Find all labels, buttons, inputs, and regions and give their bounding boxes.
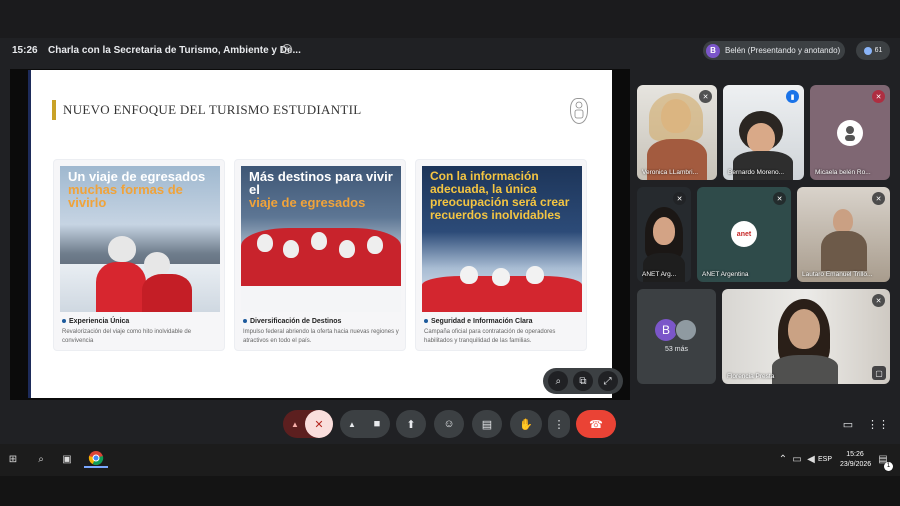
more-participants-tile[interactable]: B 53 más — [637, 289, 716, 384]
card-1-caption-title: Experiencia Única — [62, 318, 129, 325]
mic-off-icon[interactable]: ✕ — [305, 410, 333, 438]
participant-tile[interactable]: ✕ Veronica LLambri... — [637, 85, 717, 180]
clock[interactable]: 15:26 23/9/2026 — [840, 450, 872, 470]
participant-name: Veronica LLambri... — [642, 169, 699, 176]
task-view-icon[interactable]: ▣ — [58, 450, 76, 468]
slide-title: NUEVO ENFOQUE DEL TURISMO ESTUDIANTIL — [52, 100, 362, 120]
language-indicator[interactable]: ESP — [818, 456, 832, 463]
coat-of-arms-icon — [570, 98, 588, 124]
card-image-3: Con la información adecuada, la única pr… — [422, 166, 582, 312]
card-2-caption-title: Diversificación de Destinos — [243, 318, 341, 325]
more-participants-label: 53 más — [665, 346, 688, 353]
card-2-headline: Más destinos para vivir el viaje de egre… — [249, 169, 393, 210]
letterbox-top — [0, 0, 900, 38]
participant-name: Bernardo Moreno... — [728, 169, 785, 176]
card-3-caption-desc: Campaña oficial para contratación de ope… — [424, 329, 556, 344]
presenter-avatar: B — [706, 43, 720, 58]
card-image-2: Más destinos para vivir el viaje de egre… — [241, 166, 401, 312]
participant-avatar: anet — [731, 221, 757, 247]
zoom-in-icon[interactable]: ⌕ — [548, 371, 569, 391]
info-icon[interactable]: i — [282, 44, 292, 54]
participant-name: Florencia Presta — [727, 373, 775, 380]
chrome-icon[interactable] — [84, 450, 108, 468]
end-call-icon[interactable]: ☎ — [576, 410, 616, 438]
presenter-chip[interactable]: B Belén (Presentando y anotando) — [703, 41, 845, 60]
card-3-headline: Con la información adecuada, la única pr… — [430, 169, 570, 222]
participant-avatar — [675, 319, 697, 341]
slide-card-3: Con la información adecuada, la única pr… — [415, 159, 587, 351]
speaking-indicator-icon: ▮ — [786, 90, 799, 103]
participant-avatar — [837, 120, 863, 146]
raise-hand-icon[interactable]: ✋ — [510, 410, 542, 438]
apps-grid-icon[interactable]: ⋮⋮ — [866, 410, 890, 438]
emoji-reactions-icon[interactable]: ☺ — [434, 410, 464, 438]
captions-icon[interactable]: ▤ — [472, 410, 502, 438]
participant-tile[interactable]: anet ✕ ANET Argentina — [697, 187, 791, 282]
participant-name: Micaela belén Ro... — [815, 169, 871, 176]
participant-tile[interactable]: ✕ Lautaro Emanuel Trillo... — [797, 187, 890, 282]
participant-avatar: B — [655, 319, 677, 341]
mic-control-group: ▲ ✕ — [283, 410, 333, 438]
slide-card-1: Un viaje de egresados muchas formas de v… — [53, 159, 225, 351]
meeting-time: 15:26 — [12, 45, 38, 56]
participant-tile[interactable]: ✕ Florencia Presta ▢ — [722, 289, 890, 384]
search-icon[interactable]: ⌕ — [32, 450, 50, 468]
participant-name: Lautaro Emanuel Trillo... — [802, 271, 873, 278]
participants-button[interactable]: 61 — [856, 41, 890, 60]
more-options-icon[interactable]: ⋮ — [548, 410, 570, 438]
mic-off-icon: ✕ — [673, 192, 686, 205]
clock-time: 15:26 — [846, 451, 864, 458]
participant-name: ANET Argentina — [702, 271, 749, 278]
slide-toolbar: ⌕ ⧉ ⤢ — [543, 368, 623, 394]
card-2-caption-desc: Impulso federal abriendo la oferta hacia… — [243, 329, 399, 344]
camera-control-group: ▲ ■ — [340, 410, 390, 438]
letterbox-bottom — [0, 476, 900, 506]
fullscreen-icon[interactable]: ⤢ — [597, 371, 618, 391]
slide-card-2: Más destinos para vivir el viaje de egre… — [234, 159, 406, 351]
windows-start-icon[interactable]: ⊞ — [4, 450, 22, 468]
mic-off-icon: ✕ — [872, 294, 885, 307]
presenter-label: Belén (Presentando y anotando) — [725, 46, 841, 55]
card-1-caption-desc: Revalorización del viaje como hito inolv… — [62, 329, 192, 344]
participant-tile[interactable]: ▮ Bernardo Moreno... — [723, 85, 804, 180]
notification-badge: 1 — [884, 462, 893, 471]
participants-count: 61 — [874, 47, 883, 54]
screen: 15:26 Charla con la Secretaria de Turism… — [0, 0, 900, 506]
participant-tile[interactable]: ✕ ANET Arg... — [637, 187, 691, 282]
participant-tile[interactable]: ✕ Micaela belén Ro... — [810, 85, 890, 180]
mic-off-icon: ✕ — [699, 90, 712, 103]
presentation-slide: NUEVO ENFOQUE DEL TURISMO ESTUDIANTIL Un… — [28, 70, 612, 398]
card-image-1: Un viaje de egresados muchas formas de v… — [60, 166, 220, 312]
open-external-icon[interactable]: ⧉ — [572, 371, 593, 391]
present-screen-icon[interactable]: ⬆ — [396, 410, 426, 438]
self-view-icon[interactable]: ▢ — [872, 366, 886, 380]
participant-name: ANET Arg... — [642, 271, 677, 278]
meeting-title: Charla con la Secretaria de Turismo, Amb… — [48, 45, 301, 56]
clock-date: 23/9/2026 — [840, 461, 872, 468]
windows-taskbar: ⊞ ⌕ ▣ ⌃ ▭ ◀ ESP 15:26 23/9/2026 ▤ 1 — [0, 444, 900, 476]
camera-options-chevron-icon[interactable]: ▲ — [340, 410, 364, 438]
mic-off-icon: ✕ — [872, 192, 885, 205]
mic-options-chevron-icon[interactable]: ▲ — [283, 410, 307, 438]
card-1-headline: Un viaje de egresados muchas formas de v… — [68, 169, 206, 210]
mic-off-icon: ✕ — [773, 192, 786, 205]
meeting-header: 15:26 Charla con la Secretaria de Turism… — [0, 38, 900, 64]
chat-icon[interactable]: ▭ — [836, 410, 860, 438]
camera-icon[interactable]: ■ — [364, 410, 390, 438]
mic-off-icon: ✕ — [872, 90, 885, 103]
slide-left-border — [28, 70, 31, 398]
card-3-caption-title: Seguridad e Información Clara — [424, 318, 533, 325]
people-icon — [863, 46, 872, 55]
